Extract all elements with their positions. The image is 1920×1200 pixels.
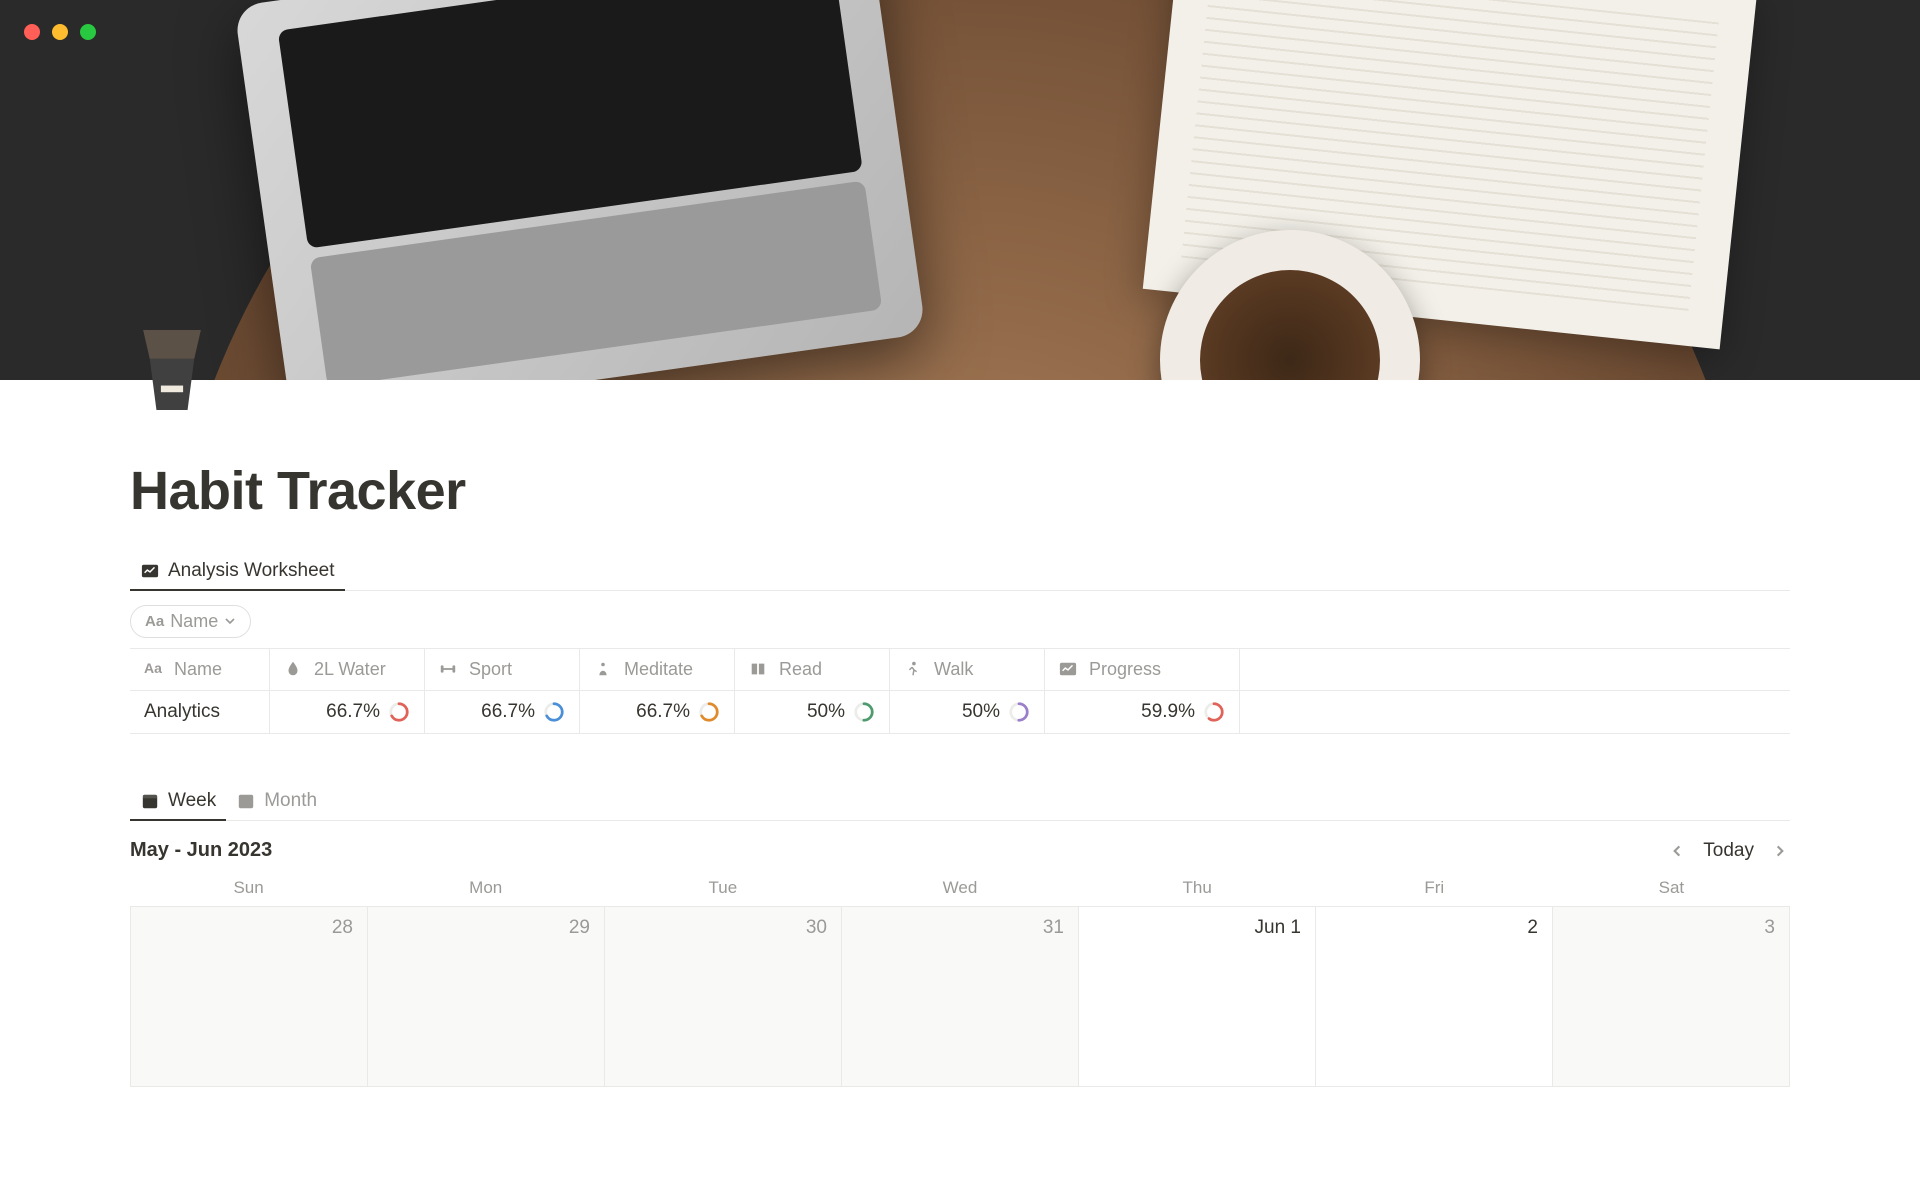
progress-ring-icon (388, 701, 410, 723)
tab-week[interactable]: Week (130, 782, 226, 820)
window-close-button[interactable] (24, 24, 40, 40)
calendar-view-tabs: Week Month (130, 782, 1790, 821)
chart-line-icon (1059, 660, 1079, 680)
calendar-range-label: May - Jun 2023 (130, 839, 272, 862)
name-pill-label: Name (170, 611, 218, 632)
dow-tue: Tue (604, 870, 841, 906)
col-read-header[interactable]: Read (735, 649, 890, 690)
window-minimize-button[interactable] (52, 24, 68, 40)
chevron-left-icon[interactable] (1667, 841, 1687, 861)
dow-thu: Thu (1079, 870, 1316, 906)
analysis-view-tabs: Analysis Worksheet (130, 552, 1790, 591)
col-meditate-header[interactable]: Meditate (580, 649, 735, 690)
tab-month[interactable]: Month (226, 782, 327, 820)
col-read-label: Read (779, 659, 822, 680)
table-header-row: Aa Name 2L Water Sport Meditate Read (130, 649, 1790, 691)
cell-water-value: 66.7% (326, 701, 380, 723)
calendar-cell[interactable]: 28 (131, 907, 368, 1087)
window-zoom-button[interactable] (80, 24, 96, 40)
dow-sat: Sat (1553, 870, 1790, 906)
calendar-cell[interactable]: 30 (605, 907, 842, 1087)
tab-label: Analysis Worksheet (168, 560, 335, 582)
tab-week-label: Week (168, 790, 216, 812)
cell-read[interactable]: 50% (735, 691, 890, 733)
col-progress-label: Progress (1089, 659, 1161, 680)
col-sport-header[interactable]: Sport (425, 649, 580, 690)
cell-progress[interactable]: 59.9% (1045, 691, 1240, 733)
calendar-cell[interactable]: 3 (1553, 907, 1790, 1087)
col-progress-header[interactable]: Progress (1045, 649, 1240, 690)
dow-wed: Wed (841, 870, 1078, 906)
progress-ring-icon (853, 701, 875, 723)
calendar-cell[interactable]: Jun 1 (1079, 907, 1316, 1087)
today-button[interactable]: Today (1703, 840, 1754, 862)
calendar-cell[interactable]: 29 (368, 907, 605, 1087)
walk-icon (904, 660, 924, 680)
calendar-nav: Today (1667, 840, 1790, 862)
cell-water[interactable]: 66.7% (270, 691, 425, 733)
calendar-day-headers: Sun Mon Tue Wed Thu Fri Sat (130, 870, 1790, 906)
col-walk-label: Walk (934, 659, 973, 680)
analysis-table: Aa Name 2L Water Sport Meditate Read (130, 648, 1790, 734)
meditation-icon (594, 660, 614, 680)
page-icon[interactable] (136, 330, 208, 410)
window-traffic-lights (24, 24, 96, 40)
cover-image[interactable] (0, 0, 1920, 380)
cell-progress-value: 59.9% (1141, 701, 1195, 723)
cell-sport-value: 66.7% (481, 701, 535, 723)
cell-meditate[interactable]: 66.7% (580, 691, 735, 733)
col-meditate-label: Meditate (624, 659, 693, 680)
progress-ring-icon (698, 701, 720, 723)
cell-name[interactable]: Analytics (130, 691, 270, 733)
calendar-icon (140, 791, 160, 811)
page-title[interactable]: Habit Tracker (130, 460, 1790, 522)
progress-ring-icon (543, 701, 565, 723)
chart-line-icon (140, 561, 160, 581)
col-name-header[interactable]: Aa Name (130, 649, 270, 690)
cell-walk[interactable]: 50% (890, 691, 1045, 733)
calendar-icon (236, 791, 256, 811)
dow-mon: Mon (367, 870, 604, 906)
cell-meditate-value: 66.7% (636, 701, 690, 723)
cell-sport[interactable]: 66.7% (425, 691, 580, 733)
progress-ring-icon (1008, 701, 1030, 723)
progress-ring-icon (1203, 701, 1225, 723)
dow-sun: Sun (130, 870, 367, 906)
calendar-header: May - Jun 2023 Today (130, 839, 1790, 862)
col-water-label: 2L Water (314, 659, 386, 680)
water-drop-icon (284, 660, 304, 680)
dow-fri: Fri (1316, 870, 1553, 906)
tab-analysis-worksheet[interactable]: Analysis Worksheet (130, 552, 345, 590)
chevron-right-icon[interactable] (1770, 841, 1790, 861)
table-row[interactable]: Analytics 66.7% 66.7% 66.7% 50% 50% (130, 691, 1790, 734)
calendar-grid: 28 29 30 31 Jun 1 2 3 (130, 906, 1790, 1087)
col-sport-label: Sport (469, 659, 512, 680)
text-aa-icon: Aa (144, 660, 164, 680)
cell-read-value: 50% (807, 701, 845, 723)
col-water-header[interactable]: 2L Water (270, 649, 425, 690)
calendar-cell[interactable]: 31 (842, 907, 1079, 1087)
calendar-cell[interactable]: 2 (1316, 907, 1553, 1087)
col-walk-header[interactable]: Walk (890, 649, 1045, 690)
name-filter-pill[interactable]: Aa Name (130, 605, 251, 638)
text-aa-icon: Aa (145, 613, 164, 630)
tab-month-label: Month (264, 790, 317, 812)
book-icon (749, 660, 769, 680)
cell-walk-value: 50% (962, 701, 1000, 723)
dumbbell-icon (439, 660, 459, 680)
chevron-down-icon (224, 611, 236, 632)
col-name-label: Name (174, 659, 222, 680)
